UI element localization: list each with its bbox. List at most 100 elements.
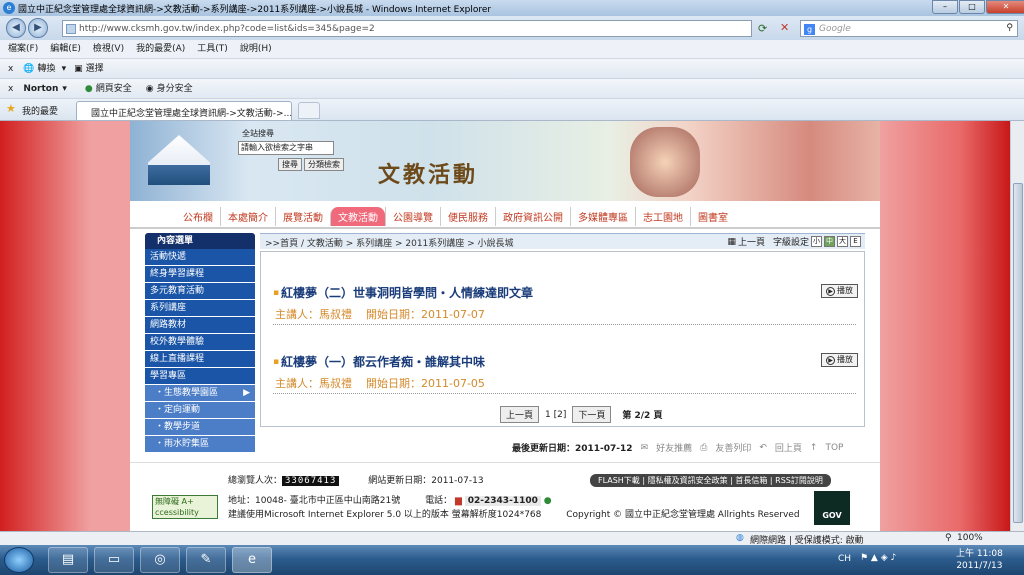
norton-logo[interactable]: Norton (23, 79, 58, 99)
prev-page-button[interactable]: 上一頁 (500, 406, 540, 423)
copyright: Copyright © 國立中正紀念堂管理處 Allrights Reserve… (566, 510, 800, 520)
favorites-button[interactable]: 我的最愛 (22, 104, 58, 117)
nav-library[interactable]: 圖書室 (690, 207, 735, 226)
zoom-level[interactable]: 100% (957, 533, 983, 543)
clock[interactable]: 上午 11:08 2011/7/13 (956, 548, 1003, 572)
footer-links[interactable]: FLASH下載 | 隱私權及資訊安全政策 | 首長信箱 | RSS訂閱說明 (590, 474, 831, 487)
play-button[interactable]: ▶ 播放 (821, 353, 858, 367)
menu-view[interactable]: 檢視(V) (93, 40, 124, 59)
sidebar-sub-orienteering[interactable]: ・定向運動 (145, 402, 255, 419)
status-bar: ◍ 網際網路 | 受保護模式: 啟動 ⚲ 100% (0, 531, 1024, 546)
lecture-list: ▪ 紅樓夢（二）世事洞明皆學問・人情練達即文章 ▶ 播放 主講人：馬叔禮 開始日期：… (260, 251, 865, 427)
forward-icon[interactable]: ▶ (28, 18, 48, 38)
select-button[interactable]: 選擇 (86, 59, 104, 79)
font-large-button[interactable]: 大 (837, 236, 848, 247)
sidebar-sub-ecology[interactable]: ・生態教學園區 ▶ (145, 385, 255, 402)
search-button[interactable]: 搜尋 (278, 158, 302, 171)
prev-page-link[interactable]: 上一頁 (738, 235, 765, 248)
sidebar-item-live-courses[interactable]: 線上直播課程 (145, 351, 255, 368)
address-bar[interactable]: http://www.cksmh.gov.tw/index.php?code=l… (62, 20, 752, 37)
norton-dropdown-icon[interactable]: ▾ (62, 79, 67, 99)
banner-photo (630, 127, 700, 197)
new-tab-button[interactable] (298, 102, 320, 119)
sidebar-item-lectures[interactable]: 系列講座 (145, 300, 255, 317)
play-button[interactable]: ▶ 播放 (821, 284, 858, 298)
nav-about[interactable]: 本處簡介 (220, 207, 275, 226)
sidebar-item-learning-zone[interactable]: 學習專區 (145, 368, 255, 385)
close-window-button[interactable]: ✕ (986, 0, 1024, 14)
stop-icon[interactable]: ✕ (780, 21, 789, 34)
paint-icon[interactable]: ✎ (186, 547, 226, 573)
nav-volunteers[interactable]: 志工園地 (635, 207, 690, 226)
id-safe-button[interactable]: 身分安全 (157, 79, 193, 99)
sidebar-item-lifelong[interactable]: 終身學習課程 (145, 266, 255, 283)
refresh-icon[interactable]: ⟳ (758, 22, 767, 35)
nav-gov-info[interactable]: 政府資訊公開 (495, 207, 570, 226)
print-link[interactable]: 友善列印 (715, 441, 751, 454)
site-update-date: 網站更新日期：2011-07-13 (368, 476, 484, 486)
pagination: 上一頁 1 [2] 下一頁 第 2/2 頁 (497, 406, 662, 423)
next-page-button[interactable]: 下一頁 (572, 406, 612, 423)
sidebar-sub-rainwater[interactable]: ・雨水貯集區 (145, 436, 255, 453)
window-title-bar[interactable]: e 國立中正紀念堂管理處全球資訊網->文教活動->系列講座->2011系列講座-… (0, 0, 1024, 16)
nav-services[interactable]: 便民服務 (440, 207, 495, 226)
norton-toolbar: x Norton ▾ ● 網頁安全 ◉ 身分安全 (0, 79, 1024, 99)
search-input[interactable]: Google (819, 24, 851, 34)
browser-tab[interactable]: 國立中正紀念堂管理處全球資訊網->文教活動->... (76, 101, 292, 120)
window-title: 國立中正紀念堂管理處全球資訊網->文教活動->系列講座->2011系列講座->小… (18, 5, 492, 15)
start-button[interactable] (4, 547, 34, 573)
chrome-icon[interactable]: ◎ (140, 547, 180, 573)
back-link[interactable]: 回上頁 (775, 441, 802, 454)
minimize-button[interactable]: – (932, 0, 958, 14)
menu-help[interactable]: 說明(H) (240, 40, 272, 59)
visitor-counter: 總瀏覽人次： 33067413 網站更新日期：2011-07-13 (228, 473, 484, 486)
tray-icons[interactable]: ⚑ ▲ ◈ ♪ (860, 553, 896, 563)
font-medium-button[interactable]: 中 (824, 236, 835, 247)
sidebar-sub-trail[interactable]: ・教學步道 (145, 419, 255, 436)
breadcrumb-text[interactable]: >>首頁 / 文教活動 > 系列講座 > 2011系列講座 > 小說長城 (265, 236, 514, 249)
language-indicator[interactable]: CH (838, 554, 851, 564)
font-small-button[interactable]: 小 (811, 236, 822, 247)
toolbar-close-button[interactable]: x (8, 59, 13, 79)
page-icon (66, 24, 76, 34)
web-safe-button[interactable]: 網頁安全 (96, 79, 132, 99)
scrollbar-thumb[interactable] (1013, 183, 1023, 523)
accessibility-badge[interactable]: 無障礙 A+ ccessibility (152, 495, 218, 519)
address-url[interactable]: http://www.cksmh.gov.tw/index.php?code=l… (79, 24, 375, 34)
notepad-icon[interactable]: ▤ (48, 547, 88, 573)
lecture-title[interactable]: 紅樓夢（一）都云作者痴・誰解其中味 (281, 353, 485, 370)
address-toolbar: ◀ ▶ http://www.cksmh.gov.tw/index.php?co… (0, 16, 1024, 40)
vertical-scrollbar[interactable] (1010, 121, 1024, 545)
search-box[interactable]: g Google ⚲ (800, 20, 1018, 37)
nav-exhibitions[interactable]: 展覽活動 (275, 207, 330, 226)
font-e-button[interactable]: E (850, 236, 861, 247)
nav-park-guide[interactable]: 公園導覽 (385, 207, 440, 226)
sidebar-item-field-trips[interactable]: 校外教學體驗 (145, 334, 255, 351)
phone-label: 電話： (425, 496, 453, 506)
sidebar-item-events[interactable]: 活動快遞 (145, 249, 255, 266)
recommend-link[interactable]: 好友推薦 (656, 441, 692, 454)
search-icon[interactable]: ⚲ (1006, 23, 1013, 33)
nav-multimedia[interactable]: 多媒體專區 (570, 207, 635, 226)
nav-bulletin[interactable]: 公布欄 (176, 207, 220, 226)
menu-tools[interactable]: 工具(T) (197, 40, 228, 59)
menu-file[interactable]: 檔案(F) (8, 40, 38, 59)
menu-edit[interactable]: 編輯(E) (50, 40, 81, 59)
sidebar-item-online-materials[interactable]: 網路教材 (145, 317, 255, 334)
ie-taskbar-icon[interactable]: e (232, 547, 272, 573)
lecture-title[interactable]: 紅樓夢（二）世事洞明皆學問・人情練達即文章 (281, 284, 533, 301)
convert-button[interactable]: 轉換 (38, 59, 56, 79)
keyword-input[interactable]: 請輸入欲檢索之字串 (238, 141, 334, 155)
category-search-button[interactable]: 分類檢索 (304, 158, 344, 171)
nav-education[interactable]: 文教活動 (330, 207, 385, 226)
folder-icon[interactable]: ▭ (94, 547, 134, 573)
sidebar-item-education[interactable]: 多元教育活動 (145, 283, 255, 300)
page-numbers[interactable]: 1 [2] (545, 410, 566, 420)
maximize-button[interactable]: □ (959, 0, 985, 14)
menu-favorites[interactable]: 我的最愛(A) (136, 40, 185, 59)
gov-logo[interactable]: GOV (814, 491, 850, 525)
dropdown-icon[interactable]: ▾ (62, 59, 67, 79)
toolbar2-close-button[interactable]: x (8, 79, 13, 99)
back-icon[interactable]: ◀ (6, 18, 26, 38)
top-link[interactable]: TOP (825, 443, 843, 453)
